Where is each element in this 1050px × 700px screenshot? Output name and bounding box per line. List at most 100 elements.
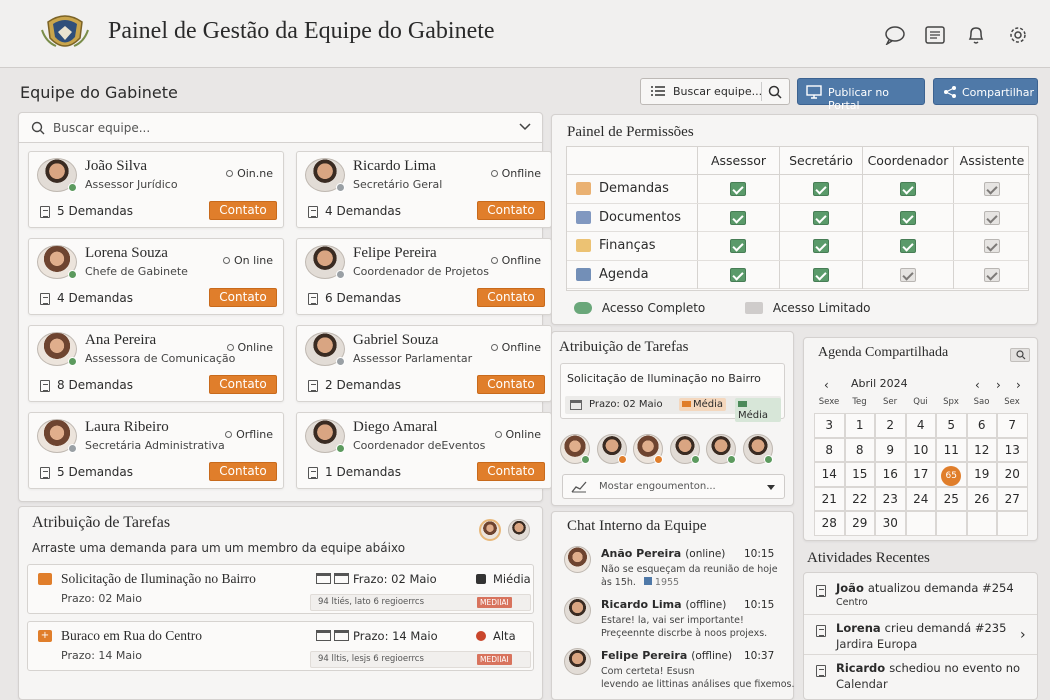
activity-item[interactable]: João atualizou demanda #254 Centro <box>804 577 1037 615</box>
member-card[interactable]: Diego Amaral Coordenador deEventos Online 1… <box>296 412 552 489</box>
permission-checkbox[interactable] <box>812 239 829 253</box>
calendar-day[interactable]: 2 <box>875 413 906 438</box>
permission-row-label: Agenda <box>599 266 649 282</box>
calendar-day[interactable]: 9 <box>875 437 906 462</box>
calendar-day[interactable]: 28 <box>814 511 845 536</box>
chat-time: 10:15 <box>744 599 775 611</box>
calendar-day[interactable]: 3 <box>814 413 845 438</box>
calendar-day[interactable]: 11 <box>936 437 967 462</box>
calendar-day[interactable]: 20 <box>997 462 1028 487</box>
assignee-dropdown[interactable]: Mostar engoumenton... <box>562 474 785 499</box>
search-icon[interactable] <box>884 25 906 48</box>
calendar-day[interactable]: 24 <box>905 486 936 511</box>
permission-checkbox[interactable] <box>730 267 746 282</box>
contact-button[interactable]: Contato <box>209 462 277 481</box>
permission-checkbox[interactable] <box>899 239 916 253</box>
prev-month-icon[interactable]: ‹ <box>824 378 829 392</box>
member-card[interactable]: João Silva Assessor Jurídico Oin.ne 5 Deman… <box>28 151 284 228</box>
permission-checkbox[interactable] <box>812 182 829 196</box>
contact-button[interactable]: Contato <box>209 201 277 220</box>
calendar-day[interactable]: 65 <box>936 462 967 487</box>
calendar-day[interactable]: 7 <box>997 413 1028 438</box>
contact-button[interactable]: Contato <box>477 201 545 220</box>
permission-checkbox[interactable] <box>899 182 916 196</box>
calendar-day[interactable]: 16 <box>875 462 906 487</box>
calendar-day[interactable]: 17 <box>905 462 936 487</box>
bell-icon[interactable] <box>967 25 985 48</box>
calendar-day[interactable]: 4 <box>905 413 936 438</box>
contact-button[interactable]: Contato <box>477 462 545 481</box>
avatar[interactable] <box>560 434 590 464</box>
member-card[interactable]: Laura Ribeiro Secretária Administrativa Or… <box>28 412 284 489</box>
permission-checkbox[interactable] <box>983 267 1000 282</box>
calendar-day[interactable]: 19 <box>966 462 997 487</box>
task-card[interactable]: Solicitação de Iluminação no Bairro Praz… <box>560 363 785 422</box>
calendar-day[interactable]: 8 <box>844 437 875 462</box>
member-card[interactable]: Ana Pereira Assessora de Comunicação Onlin… <box>28 325 284 402</box>
team-search-input[interactable]: Buscar equipe... <box>19 113 542 143</box>
share-button[interactable]: Compartilhar <box>933 78 1038 105</box>
avatar[interactable] <box>669 434 700 464</box>
avatar[interactable] <box>596 434 627 464</box>
avatar[interactable] <box>706 434 736 464</box>
permission-checkbox[interactable] <box>983 182 1000 196</box>
calendar-day[interactable]: 14 <box>814 462 845 487</box>
calendar-day[interactable]: 12 <box>966 437 997 462</box>
chevron-down-icon[interactable] <box>519 121 531 135</box>
task-row[interactable]: Solicitação de Iluminação no Bairro Prazo… <box>27 564 534 614</box>
task-row[interactable]: + Buraco em Rua do Centro Prazo: 14 Maio Pr… <box>27 621 534 671</box>
calendar-search-icon[interactable] <box>1010 348 1030 362</box>
permission-checkbox[interactable] <box>730 210 746 225</box>
chevron-right-icon[interactable]: › <box>1020 627 1026 643</box>
permission-checkbox[interactable] <box>983 239 1000 253</box>
calendar-day[interactable]: 27 <box>997 486 1028 511</box>
member-card[interactable]: Felipe Pereira Coordenador de Projetos Onf… <box>296 238 552 315</box>
calendar-day[interactable]: 10 <box>905 437 936 462</box>
permission-checkbox[interactable] <box>983 210 1000 225</box>
avatar <box>37 332 77 366</box>
calendar-day[interactable]: 1 <box>844 413 875 438</box>
search-team-button[interactable]: Buscar equipe... <box>640 78 790 105</box>
member-card[interactable]: Lorena Souza Chefe de Gabinete On line 4 De… <box>28 238 284 315</box>
activity-title: Atividades Recentes <box>807 550 930 566</box>
next-month-icon[interactable]: › <box>1016 378 1021 392</box>
permission-checkbox[interactable] <box>812 267 829 282</box>
contact-button[interactable]: Contato <box>477 288 545 307</box>
calendar-day[interactable] <box>997 511 1028 536</box>
calendar-day[interactable]: 5 <box>936 413 967 438</box>
calendar-day[interactable]: 25 <box>936 486 967 511</box>
permission-checkbox[interactable] <box>730 239 746 253</box>
status-label: Online <box>505 428 541 441</box>
permission-checkbox[interactable] <box>899 210 916 225</box>
permission-checkbox[interactable] <box>899 267 916 282</box>
calendar-day[interactable]: 6 <box>966 413 997 438</box>
avatar[interactable] <box>633 434 663 464</box>
gear-icon[interactable] <box>1008 25 1028 48</box>
calendar-day[interactable]: 13 <box>997 437 1028 462</box>
messages-icon[interactable] <box>925 26 945 47</box>
calendar-day[interactable]: 26 <box>966 486 997 511</box>
calendar-day[interactable]: 15 <box>844 462 875 487</box>
avatar[interactable] <box>742 434 773 464</box>
calendar-day[interactable]: 29 <box>844 511 875 536</box>
publish-portal-button[interactable]: Publicar no Portal <box>797 78 925 112</box>
calendar-day[interactable]: 21 <box>814 486 845 511</box>
calendar-day[interactable] <box>936 511 967 536</box>
permission-checkbox[interactable] <box>812 210 829 225</box>
activity-item[interactable]: Ricardo schediou no evento no Calendar <box>804 657 1037 695</box>
calendar-day[interactable]: 22 <box>844 486 875 511</box>
contact-button[interactable]: Contato <box>477 375 545 394</box>
next-icon[interactable]: › <box>996 378 1001 392</box>
permission-checkbox[interactable] <box>730 182 746 196</box>
calendar-day[interactable]: 8 <box>814 437 845 462</box>
activity-item[interactable]: Lorena crieu demandá #235 Jardira Europa › <box>804 617 1037 655</box>
contact-button[interactable]: Contato <box>209 288 277 307</box>
calendar-day[interactable]: 23 <box>875 486 906 511</box>
prev-icon[interactable]: ‹ <box>975 378 980 392</box>
member-card[interactable]: Gabriel Souza Assessor Parlamentar Onfline… <box>296 325 552 402</box>
contact-button[interactable]: Contato <box>209 375 277 394</box>
calendar-day[interactable] <box>905 511 936 536</box>
calendar-day[interactable]: 30 <box>875 511 906 536</box>
calendar-day[interactable] <box>966 511 997 536</box>
member-card[interactable]: Ricardo Lima Secretário Geral Onfline 4 Dem… <box>296 151 552 228</box>
